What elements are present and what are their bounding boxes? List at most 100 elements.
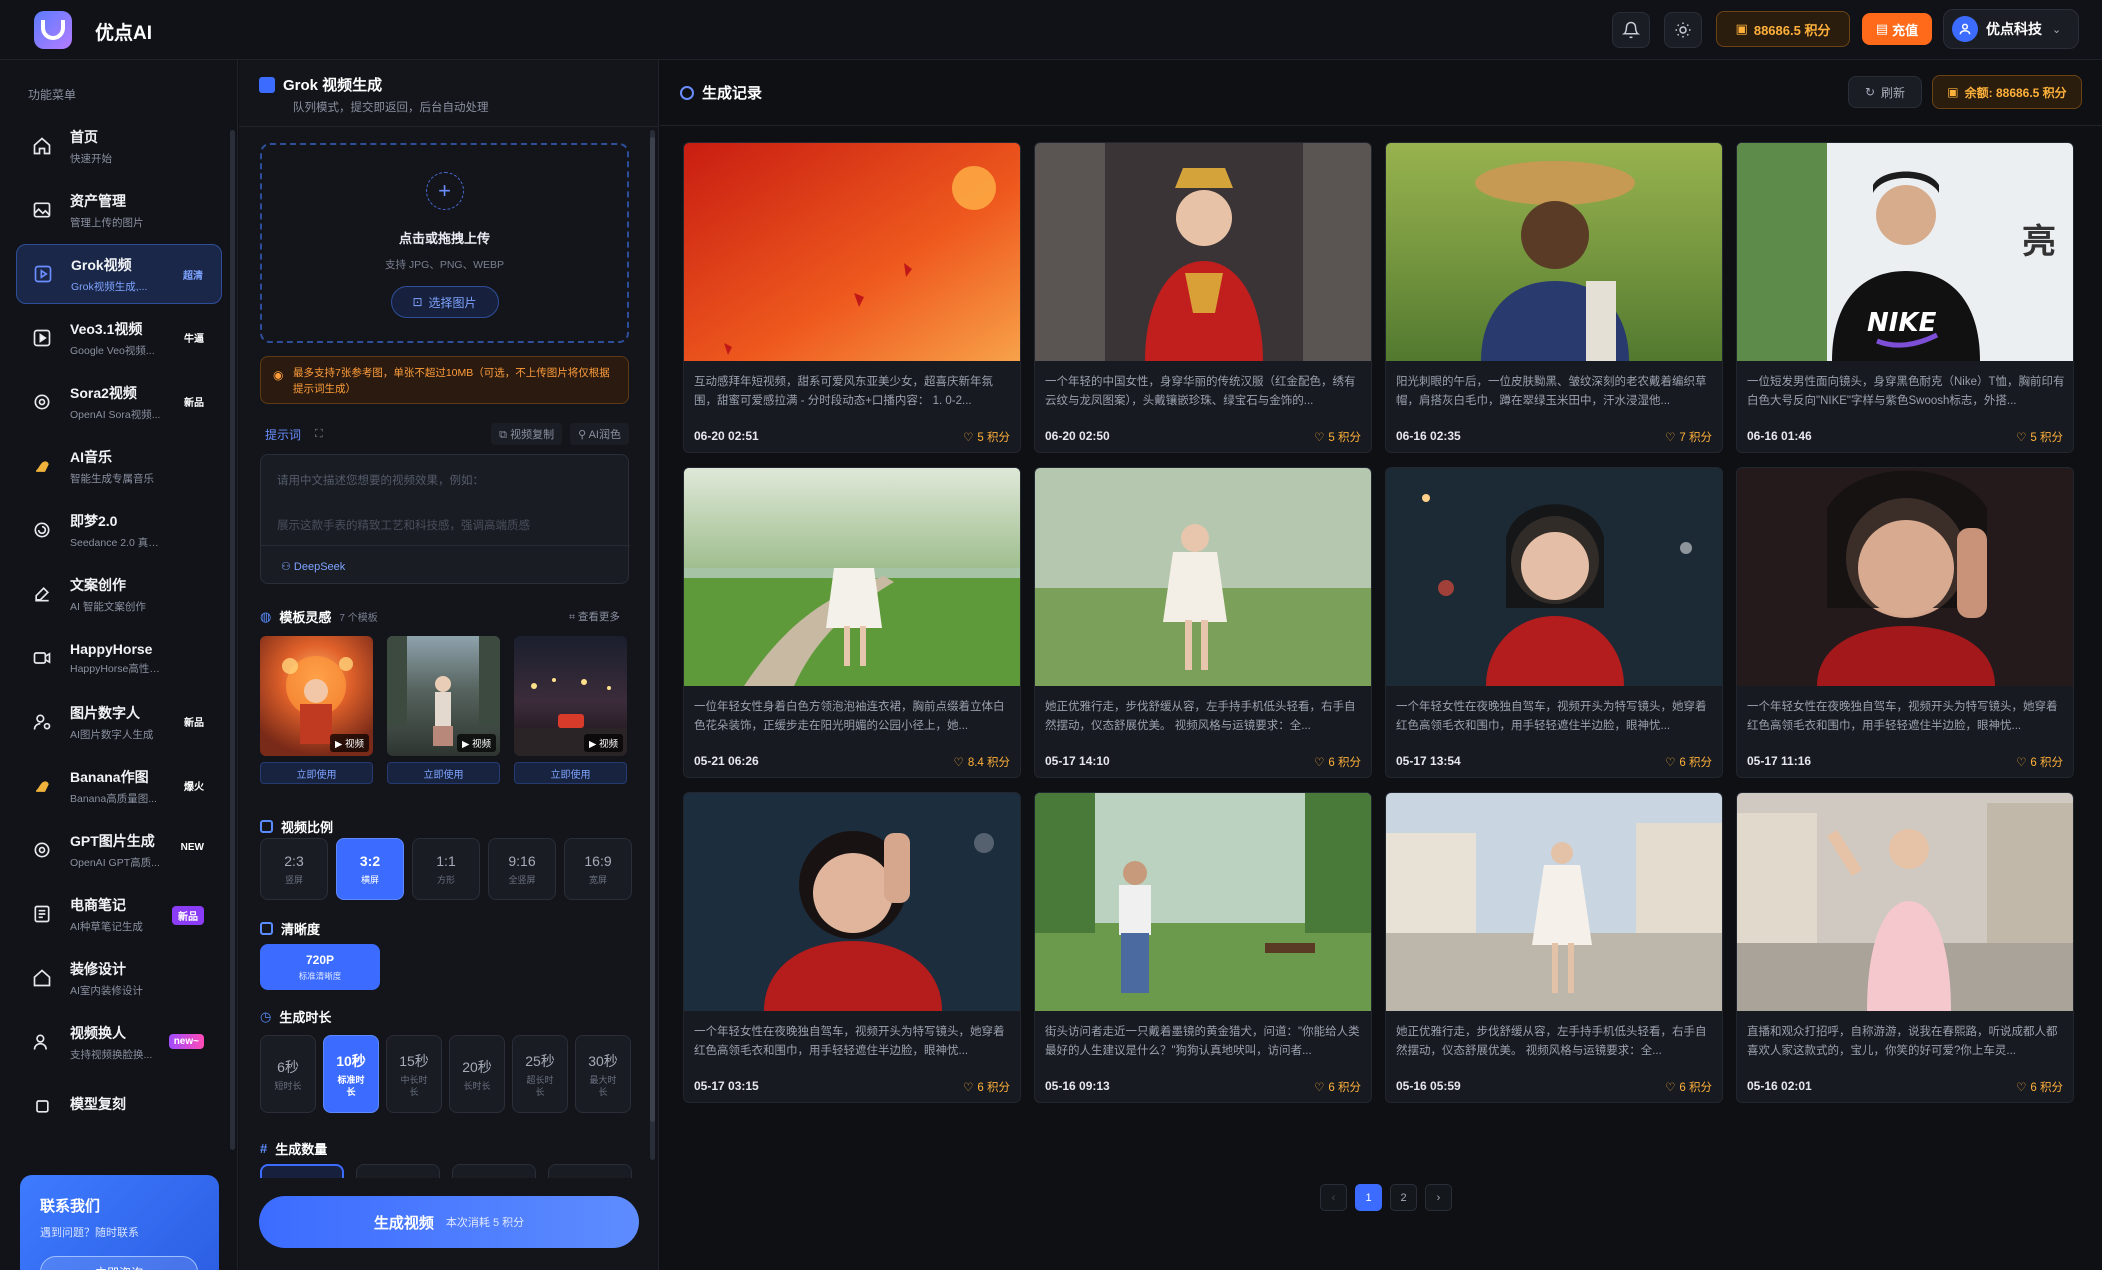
count-option[interactable] bbox=[548, 1164, 632, 1178]
history-card[interactable]: 一个年轻女性在夜晚独自驾车，视频开头为特写镜头，她穿着红色高领毛衣和围巾，用手轻… bbox=[683, 792, 1021, 1103]
video-thumbnail[interactable] bbox=[684, 143, 1020, 361]
notification-bell-icon[interactable] bbox=[1612, 12, 1650, 48]
history-card[interactable]: 阳光刺眼的午后，一位皮肤黝黑、皱纹深刻的老农戴着编织草帽，肩搭灰白毛巾，蹲在翠绿… bbox=[1385, 142, 1723, 453]
balance-badge: ▣ 余额: 88686.5 积分 bbox=[1932, 75, 2082, 109]
sidebar-item[interactable]: AI音乐 智能生成专属音乐 bbox=[16, 436, 222, 496]
history-card[interactable]: 一个年轻女性在夜晚独自驾车，视频开头为特写镜头，她穿着红色高领毛衣和围巾，用手轻… bbox=[1736, 467, 2074, 778]
history-card[interactable]: 一个年轻女性在夜晚独自驾车，视频开头为特写镜头，她穿着红色高领毛衣和围巾，用手轻… bbox=[1385, 467, 1723, 778]
user-menu[interactable]: 优点科技 ⌄ bbox=[1943, 9, 2079, 49]
video-thumbnail[interactable] bbox=[684, 468, 1020, 686]
template-thumbnail: ▶ 视频 bbox=[514, 636, 627, 756]
video-icon bbox=[30, 326, 54, 350]
page-button[interactable]: 2 bbox=[1390, 1184, 1417, 1211]
video-thumbnail[interactable] bbox=[1737, 793, 2073, 1011]
panel-scrollbar[interactable] bbox=[650, 137, 655, 1122]
video-cost: ♡ 6 积分 bbox=[1314, 757, 1361, 769]
use-template-button[interactable]: 立即使用 bbox=[260, 762, 373, 784]
video-cost: ♡ 6 积分 bbox=[1665, 1082, 1712, 1094]
ai-polish-button[interactable]: ⚲ AI润色 bbox=[570, 423, 629, 445]
sidebar-item[interactable]: Veo3.1视频 Google Veo视频... 牛逼 bbox=[16, 308, 222, 368]
sidebar-item[interactable]: GPT图片生成 OpenAI GPT高质... NEW bbox=[16, 820, 222, 880]
sidebar-item[interactable]: 视频换人 支持视频换脸换... new~ bbox=[16, 1012, 222, 1072]
sidebar-item[interactable]: 首页 快速开始 bbox=[16, 116, 222, 176]
sidebar-item[interactable]: 电商笔记 AI种草笔记生成 新品 bbox=[16, 884, 222, 944]
duration-option[interactable]: 15秒 中长时长 bbox=[386, 1035, 442, 1113]
expand-icon[interactable]: ⛶ bbox=[315, 428, 323, 441]
use-template-button[interactable]: 立即使用 bbox=[514, 762, 627, 784]
history-card[interactable]: 一位年轻女性身着白色方领泡泡袖连衣裙，胸前点缀着立体白色花朵装饰，正缓步走在阳光… bbox=[683, 467, 1021, 778]
history-card[interactable]: 一个年轻的中国女性，身穿华丽的传统汉服（红金配色，绣有云纹与龙凤图案），头戴镶嵌… bbox=[1034, 142, 1372, 453]
prompt-textarea[interactable]: 请用中文描述您想要的视频效果，例如： 展示这款手表的精致工艺和科技感，强调高端质… bbox=[260, 454, 630, 584]
sidebar-item-badge: NEW bbox=[180, 842, 204, 853]
ratio-option[interactable]: 3:2 横屏 bbox=[336, 838, 404, 900]
ratio-option[interactable]: 16:9 宽屏 bbox=[564, 838, 632, 900]
video-thumbnail[interactable] bbox=[1386, 468, 1722, 686]
ratio-option[interactable]: 2:3 竖屏 bbox=[260, 838, 328, 900]
duration-option[interactable]: 25秒 超长时长 bbox=[512, 1035, 568, 1113]
deepseek-button[interactable]: ⚇ DeepSeek bbox=[281, 560, 345, 573]
video-thumbnail[interactable] bbox=[1035, 793, 1371, 1011]
history-card[interactable]: 互动感拜年短视频，甜系可爱风东亚美少女，超喜庆新年氛围，甜蜜可爱感拉满 - 分时… bbox=[683, 142, 1021, 453]
theme-sun-icon[interactable] bbox=[1664, 12, 1702, 48]
history-card[interactable]: 她正优雅行走，步伐舒缓从容，左手持手机低头轻看，右手自然摆动，仪态舒展优美。 视… bbox=[1034, 467, 1372, 778]
count-option[interactable] bbox=[260, 1164, 344, 1178]
heart-icon: ♡ bbox=[1665, 757, 1676, 769]
resolution-option-720p[interactable]: 720P 标准清晰度 bbox=[260, 944, 380, 990]
sidebar-item[interactable]: Sora2视频 OpenAI Sora视频... 新品 bbox=[16, 372, 222, 432]
video-thumbnail[interactable] bbox=[1035, 143, 1371, 361]
upload-dropzone[interactable]: + 点击或拖拽上传 支持 JPG、PNG、WEBP ⊡ 选择图片 bbox=[260, 143, 629, 343]
duration-option[interactable]: 6秒 短时长 bbox=[260, 1035, 316, 1113]
generate-video-button[interactable]: 生成视频 本次消耗 5 积分 bbox=[259, 1196, 639, 1248]
copy-icon bbox=[30, 1094, 54, 1118]
history-card[interactable]: 直播和观众打招呼，自称游游，说我在春熙路，听说成都人都喜欢人家这款式的，宝儿，你… bbox=[1736, 792, 2074, 1103]
video-thumbnail[interactable]: 亮 NIKE bbox=[1737, 143, 2073, 361]
video-thumbnail[interactable] bbox=[1386, 143, 1722, 361]
next-page-button[interactable]: › bbox=[1425, 1184, 1452, 1211]
sidebar-item[interactable]: 装修设计 AI室内装修设计 bbox=[16, 948, 222, 1008]
banana-icon bbox=[30, 774, 54, 798]
video-thumbnail[interactable] bbox=[1035, 468, 1371, 686]
sidebar-item[interactable]: 文案创作 AI 智能文案创作 bbox=[16, 564, 222, 624]
select-image-label: 选择图片 bbox=[428, 295, 477, 310]
recharge-button[interactable]: ▤ 充值 bbox=[1862, 13, 1932, 45]
video-date: 05-16 05:59 bbox=[1396, 1079, 1461, 1093]
ratio-option[interactable]: 1:1 方形 bbox=[412, 838, 480, 900]
see-more-link[interactable]: ⌗ 查看更多 bbox=[569, 609, 620, 624]
sidebar-item[interactable]: Banana作图 Banana高质量图... 爆火 bbox=[16, 756, 222, 816]
history-card[interactable]: 她正优雅行走，步伐舒缓从容，左手持手机低头轻看，右手自然摆动，仪态舒展优美。 视… bbox=[1385, 792, 1723, 1103]
sidebar-item[interactable]: 模型复刻 bbox=[16, 1076, 222, 1136]
duration-option[interactable]: 10秒 标准时长 bbox=[323, 1035, 379, 1113]
select-image-button[interactable]: ⊡ 选择图片 bbox=[390, 286, 499, 318]
template-card[interactable]: ▶ 视频 立即使用 bbox=[514, 636, 627, 784]
page-button[interactable]: 1 bbox=[1355, 1184, 1382, 1211]
refresh-button[interactable]: ↻ 刷新 bbox=[1848, 76, 1922, 108]
video-date: 05-17 11:16 bbox=[1747, 754, 1812, 768]
duration-option[interactable]: 30秒 最大时长 bbox=[575, 1035, 631, 1113]
video-thumbnail[interactable] bbox=[1386, 793, 1722, 1011]
video-thumbnail[interactable] bbox=[1737, 468, 2073, 686]
history-card[interactable]: 街头访问者走近一只戴着墨镜的黄金猎犬，问道："你能给人类最好的人生建议是什么？"… bbox=[1034, 792, 1372, 1103]
sidebar-item[interactable]: Grok视频 Grok视频生成,... 超清 bbox=[16, 244, 222, 304]
video-thumbnail[interactable] bbox=[684, 793, 1020, 1011]
ratio-option[interactable]: 9:16 全竖屏 bbox=[488, 838, 556, 900]
sidebar-item[interactable]: HappyHorse HappyHorse高性能视频... bbox=[16, 628, 222, 688]
sidebar-item[interactable]: 图片数字人 AI图片数字人生成 新品 bbox=[16, 692, 222, 752]
app-logo[interactable] bbox=[34, 11, 72, 49]
ratio-options: 2:3 竖屏 3:2 横屏 1:1 方形 9:16 全竖屏 16:9 宽屏 bbox=[260, 838, 632, 900]
consult-button[interactable]: 立即咨询 bbox=[40, 1256, 198, 1270]
count-option[interactable] bbox=[452, 1164, 536, 1178]
history-icon bbox=[680, 85, 694, 100]
sidebar-scrollbar[interactable] bbox=[230, 130, 235, 1150]
plus-icon: + bbox=[425, 172, 464, 210]
template-card[interactable]: ▶ 视频 立即使用 bbox=[260, 636, 373, 784]
prev-page-button[interactable]: ‹ bbox=[1320, 1184, 1347, 1211]
points-balance-button[interactable]: ▣ 88686.5 积分 bbox=[1716, 11, 1850, 47]
count-option[interactable] bbox=[356, 1164, 440, 1178]
video-copy-button[interactable]: ⧉ 视频复制 bbox=[491, 423, 563, 445]
sidebar-item[interactable]: 即梦2.0 Seedance 2.0 真人人脸视... bbox=[16, 500, 222, 560]
sidebar-item[interactable]: 资产管理 管理上传的图片 bbox=[16, 180, 222, 240]
template-card[interactable]: ▶ 视频 立即使用 bbox=[387, 636, 500, 784]
duration-option[interactable]: 20秒 长时长 bbox=[449, 1035, 505, 1113]
history-card[interactable]: 亮 NIKE 一位短发男性面向镜头，身穿黑色耐克（Nike）T恤，胸前印有白色大号… bbox=[1736, 142, 2074, 453]
use-template-button[interactable]: 立即使用 bbox=[387, 762, 500, 784]
